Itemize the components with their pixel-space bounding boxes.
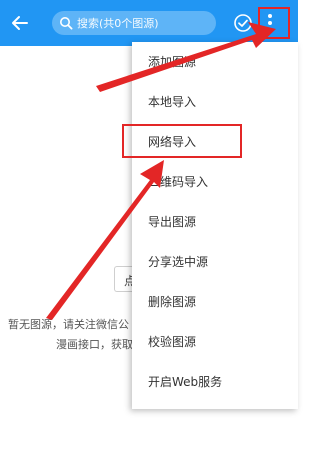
more-button-highlight xyxy=(258,7,290,39)
menu-item-verify-source[interactable]: 校验图源 xyxy=(132,322,298,362)
menu-item-web-service[interactable]: 开启Web服务 xyxy=(132,362,298,402)
search-input[interactable] xyxy=(77,11,212,35)
app-bar xyxy=(0,0,298,46)
network-import-highlight xyxy=(122,124,242,158)
empty-state-message-cont: 漫画接口，获取 xyxy=(56,338,133,351)
menu-item-add-source[interactable]: 添加图源 xyxy=(132,42,298,82)
search-icon xyxy=(60,17,73,30)
menu-item-share-selected[interactable]: 分享选中源 xyxy=(132,242,298,282)
back-arrow-icon[interactable] xyxy=(10,13,30,33)
menu-item-export-source[interactable]: 导出图源 xyxy=(132,202,298,242)
search-box[interactable] xyxy=(52,11,216,35)
overflow-menu: 添加图源 本地导入 网络导入 二维码导入 导出图源 分享选中源 删除图源 校验图… xyxy=(132,42,298,409)
check-circle-icon[interactable] xyxy=(233,13,253,33)
menu-item-qr-import[interactable]: 二维码导入 xyxy=(132,162,298,202)
menu-item-local-import[interactable]: 本地导入 xyxy=(132,82,298,122)
empty-state-message: 暂无图源，请关注微信公 xyxy=(8,318,129,331)
menu-item-delete-source[interactable]: 删除图源 xyxy=(132,282,298,322)
